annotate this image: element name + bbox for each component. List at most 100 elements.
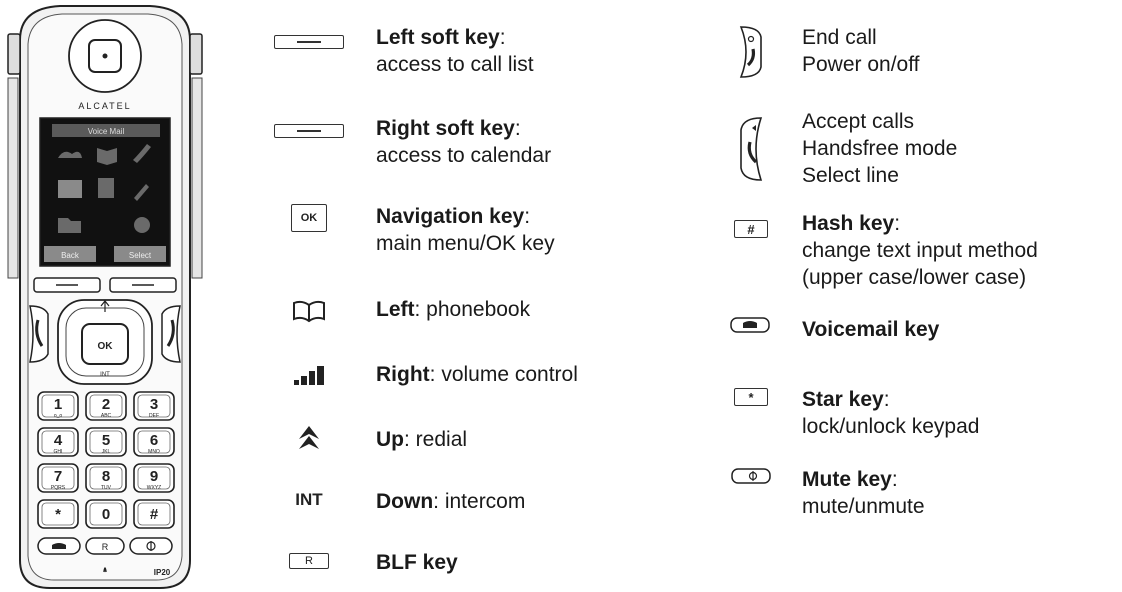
phone-illustration: ALCATEL Voice Mail Back Select OK INT 1o…	[7, 5, 203, 589]
legend-right-line: End call	[802, 26, 877, 49]
legend-left-desc: phonebook	[420, 298, 531, 321]
phone-int-label: INT	[100, 372, 110, 378]
legend-left-title: Left soft key	[376, 26, 500, 49]
legend-right-icon-slot: #	[721, 193, 781, 265]
phone-key-letters: WXYZ	[147, 485, 161, 491]
legend-left-title: Navigation key	[376, 205, 525, 228]
phone-key-letters: PQRS	[51, 485, 66, 491]
legend-left-desc: intercom	[439, 490, 526, 513]
legend-left-line2: main menu/OK key	[376, 232, 555, 255]
brand-label: ALCATEL	[78, 101, 131, 111]
legend-left-icon-slot: INT	[269, 480, 349, 520]
phone-key-letters: DEF	[149, 413, 159, 419]
svg-text:R: R	[102, 542, 109, 552]
legend-left-icon-slot	[269, 418, 349, 458]
legend-left-icon-slot: OK	[269, 198, 349, 238]
phone-key-digit: 0	[102, 506, 110, 523]
phone-key-hash[interactable]: #	[133, 499, 175, 529]
legend-left-title: Right	[376, 363, 430, 386]
legend-left-entry: Left soft key:	[376, 25, 506, 50]
phone-end-call-key[interactable]	[161, 305, 181, 363]
phone-key-digit: 4	[54, 432, 63, 449]
legend-right-line: Power on/off	[802, 53, 920, 76]
phone-key-1[interactable]: 1o_o	[37, 391, 79, 421]
phone-key-digit: 3	[150, 396, 158, 413]
soft-key-icon	[274, 124, 344, 138]
legend-left-entry: Left: phonebook	[376, 297, 530, 322]
legend-right-icon-slot	[722, 113, 782, 185]
voicemail-key-icon	[730, 317, 770, 333]
legend-left-title: Down	[376, 490, 434, 513]
phone-key-0[interactable]: 0	[85, 499, 127, 529]
star-key-icon-label: *	[748, 389, 754, 405]
legend-left-sep: :	[514, 117, 521, 140]
legend-left-title: Right soft key	[376, 117, 515, 140]
phone-key-digit: *	[55, 506, 61, 523]
legend-right-sep: :	[894, 212, 901, 235]
legend-right-title: Star key	[802, 388, 884, 411]
phone-key-4[interactable]: 4GHI	[37, 427, 79, 457]
legend-right-sep: :	[883, 388, 890, 411]
phone-key-digit: 1	[54, 396, 62, 413]
legend-left-icon-slot	[269, 111, 349, 151]
phone-key-letters: o_o	[54, 413, 63, 419]
legend-right-line: mute/unmute	[802, 495, 925, 518]
legend-right-entry: Star key:	[802, 387, 890, 412]
legend-left-icon-slot	[269, 356, 349, 396]
phone-key-6[interactable]: 6MNO	[133, 427, 175, 457]
intercom-icon: INT	[295, 490, 323, 509]
legend-right-icon-slot	[721, 440, 781, 512]
legend-right-line: Select line	[802, 164, 899, 187]
phone-key-digit: 9	[150, 468, 158, 485]
legend-left-title: Up	[376, 428, 404, 451]
phone-key-letters: GHI	[54, 449, 63, 455]
phone-key-8[interactable]: 8TUV	[85, 463, 127, 493]
phone-model-label: IP20	[154, 568, 171, 577]
phone-key-7[interactable]: 7PQRS	[37, 463, 79, 493]
phonebook-icon	[293, 300, 325, 323]
phone-key-digit: 5	[102, 432, 110, 449]
legend-right-line: change text input method	[802, 239, 1038, 262]
phone-key-9[interactable]: 9WXYZ	[133, 463, 175, 493]
phone-key-letters: TUV	[101, 485, 112, 491]
ok-key-icon-label: OK	[300, 212, 318, 224]
phone-key-letters: MNO	[148, 449, 160, 455]
phone-key-digit: #	[150, 506, 159, 523]
legend-left-entry: Navigation key:	[376, 204, 530, 229]
legend-left-entry: Right: volume control	[376, 362, 578, 387]
hash-key-icon-label: #	[747, 221, 755, 237]
end-call-icon	[739, 26, 762, 78]
screen-header: Voice Mail	[88, 127, 125, 136]
legend-right-line: lock/unlock keypad	[802, 415, 980, 438]
legend-right-sep: :	[891, 468, 898, 491]
mute-key-icon	[731, 468, 771, 484]
legend-left-icon-slot: R	[269, 541, 349, 581]
phone-key-star[interactable]: *	[37, 499, 79, 529]
legend-left-desc: redial	[409, 428, 468, 451]
legend-left-icon-slot	[269, 291, 349, 331]
hash-key-icon: #	[734, 220, 768, 238]
redial-icon	[299, 426, 319, 449]
ok-key-icon: OK	[291, 204, 327, 232]
legend-right-entry: Mute key:	[802, 467, 898, 492]
legend-left-title: Left	[376, 298, 415, 321]
legend-left-sep: :	[524, 205, 531, 228]
legend-right-line: Handsfree mode	[802, 137, 958, 160]
legend-right-title: Hash key	[802, 212, 895, 235]
legend-left-entry: BLF key	[376, 550, 458, 575]
legend-left-title: BLF key	[376, 551, 458, 574]
legend-right-title: Voicemail key	[802, 318, 940, 341]
legend-right-entry: Hash key:	[802, 211, 900, 236]
legend-left-sep: :	[499, 26, 506, 49]
phone-key-3[interactable]: 3DEF	[133, 391, 175, 421]
legend-right-icon-slot	[720, 289, 780, 361]
screen-right-softkey: Select	[129, 251, 152, 260]
legend-left-entry: Down: intercom	[376, 489, 525, 514]
phone-key-5[interactable]: 5JKL	[85, 427, 127, 457]
phone-accept-call-key[interactable]	[29, 305, 49, 363]
legend-right-title: Mute key	[802, 468, 892, 491]
legend-right-line: (upper case/lower case)	[802, 266, 1027, 289]
phone-key-letters: JKL	[102, 449, 111, 455]
phone-key-2[interactable]: 2ABC	[85, 391, 127, 421]
legend-left-line2: access to call list	[376, 53, 534, 76]
